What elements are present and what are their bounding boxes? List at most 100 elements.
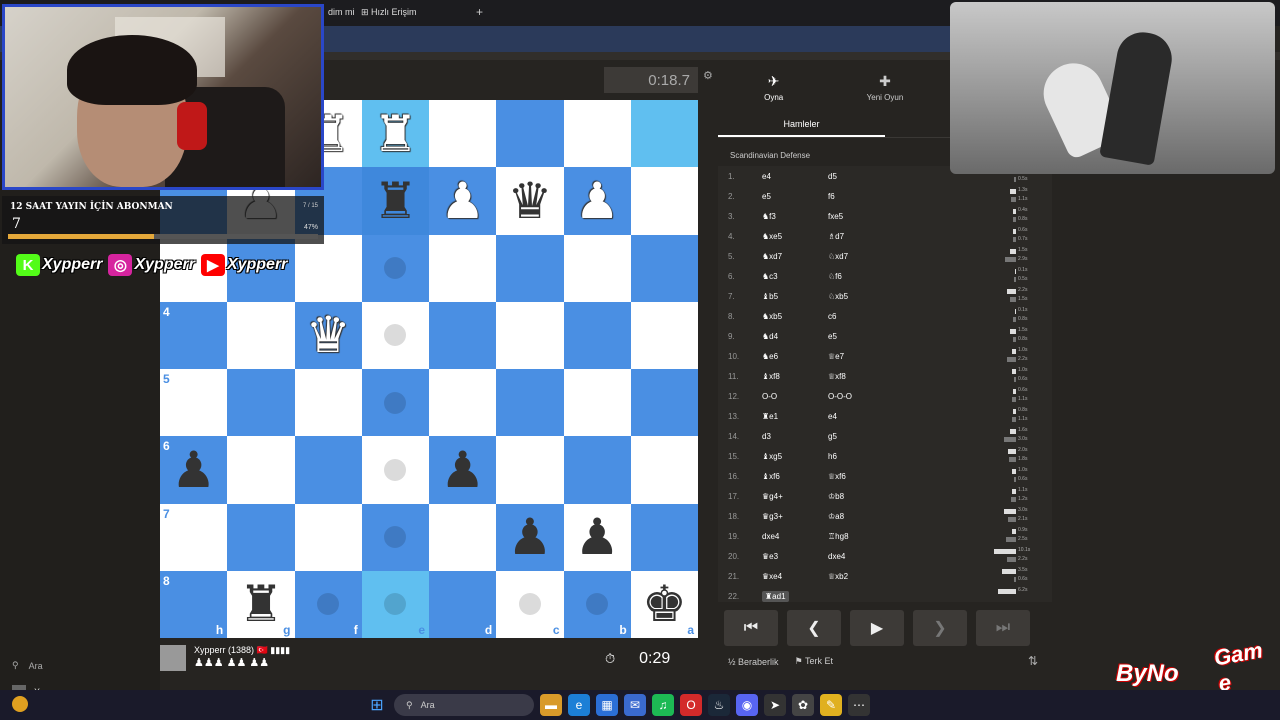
square[interactable] (294, 503, 362, 571)
square[interactable] (496, 369, 564, 437)
white-move[interactable]: ♛e3 (762, 552, 778, 561)
black-move[interactable]: ♔a8 (828, 512, 844, 521)
square[interactable]: ♛ (294, 301, 362, 369)
white-move[interactable]: ♜e1 (762, 412, 778, 421)
square[interactable] (496, 436, 564, 504)
edge-icon[interactable]: e (568, 694, 590, 716)
black-move[interactable]: ♘xb5 (828, 292, 848, 301)
black-move[interactable]: f6 (828, 192, 835, 201)
white-move[interactable]: ♜ad1 (762, 590, 789, 602)
square[interactable] (563, 436, 631, 504)
prev-move-button[interactable]: ❮ (787, 610, 841, 646)
black-move[interactable]: fxe5 (828, 212, 843, 221)
square[interactable] (429, 301, 497, 369)
square[interactable] (294, 234, 362, 302)
black-move[interactable]: h6 (828, 452, 837, 461)
black-move[interactable]: ♗d7 (828, 232, 844, 241)
more-apps-icon[interactable]: ⋯ (848, 694, 870, 716)
square[interactable] (630, 301, 698, 369)
black-rook-icon[interactable]: ♜ (373, 176, 418, 226)
move-hint-dot[interactable] (384, 391, 407, 414)
play-button[interactable]: ▶ (850, 610, 904, 646)
flip-board-icon[interactable]: ⇅ (1028, 654, 1038, 668)
square[interactable] (227, 369, 295, 437)
white-move[interactable]: e5 (762, 192, 771, 201)
outlook-icon[interactable]: ✉ (624, 694, 646, 716)
black-move[interactable]: ♘xd7 (828, 252, 848, 261)
square[interactable] (496, 100, 564, 168)
white-move[interactable]: e4 (762, 172, 771, 181)
white-move[interactable]: ♛xe4 (762, 572, 782, 581)
black-queen-icon[interactable]: ♛ (507, 176, 552, 226)
white-move[interactable]: O-O (762, 392, 777, 401)
square[interactable]: ♜ (361, 167, 429, 235)
square[interactable]: ♟ (563, 167, 631, 235)
square[interactable]: ♟ 6 (160, 436, 228, 504)
resign-button[interactable]: ⚑ Terk Et (795, 656, 833, 667)
square[interactable]: ♛ (496, 167, 564, 235)
white-move[interactable]: ♞d4 (762, 332, 778, 341)
white-move[interactable]: ♞c3 (762, 272, 778, 281)
bookmark-partial[interactable]: dim mi (328, 7, 355, 17)
black-move[interactable]: d5 (828, 172, 837, 181)
square[interactable]: c (496, 570, 564, 638)
tab-new-game[interactable]: ✚ Yeni Oyun (829, 66, 940, 108)
white-move[interactable]: ♝xf8 (762, 372, 780, 381)
square[interactable] (429, 503, 497, 571)
square[interactable] (496, 234, 564, 302)
square[interactable] (294, 436, 362, 504)
square[interactable] (361, 369, 429, 437)
move-hint-dot[interactable] (384, 257, 407, 280)
square[interactable] (630, 167, 698, 235)
black-pawn-icon[interactable]: ♟ (575, 512, 620, 562)
white-move[interactable]: ♞f3 (762, 212, 776, 221)
discord-icon[interactable]: ◉ (736, 694, 758, 716)
file-explorer-icon[interactable]: ▬ (540, 694, 562, 716)
square[interactable]: 8h (160, 570, 228, 638)
notes-icon[interactable]: ✎ (820, 694, 842, 716)
black-move[interactable]: dxe4 (828, 552, 845, 561)
white-move[interactable]: dxe4 (762, 532, 779, 541)
square[interactable]: 4 (160, 301, 228, 369)
square[interactable] (429, 369, 497, 437)
white-pawn-icon[interactable]: ♟ (440, 176, 485, 226)
square[interactable] (563, 301, 631, 369)
move-hint-dot[interactable] (317, 593, 340, 616)
tab-play[interactable]: ✈ Oyna (718, 66, 829, 108)
square[interactable]: ♜ g (227, 570, 295, 638)
square[interactable] (429, 100, 497, 168)
white-move[interactable]: d3 (762, 432, 771, 441)
square[interactable] (563, 234, 631, 302)
white-pawn-icon[interactable]: ♟ (575, 176, 620, 226)
steam-icon[interactable]: ♨ (708, 694, 730, 716)
square[interactable] (496, 301, 564, 369)
player-name[interactable]: Xypperr (1388) (194, 645, 254, 655)
square[interactable]: e (361, 570, 429, 638)
taskbar-search[interactable]: ⚲ Ara (394, 694, 534, 716)
spotify-icon[interactable]: ♫ (652, 694, 674, 716)
white-move[interactable]: ♞xd7 (762, 252, 782, 261)
white-move[interactable]: ♛g3+ (762, 512, 783, 521)
square[interactable] (227, 503, 295, 571)
square[interactable] (361, 503, 429, 571)
square[interactable] (361, 234, 429, 302)
opera-icon[interactable]: O (680, 694, 702, 716)
black-move[interactable]: e5 (828, 332, 837, 341)
store-icon[interactable]: ▦ (596, 694, 618, 716)
square[interactable] (563, 100, 631, 168)
black-pawn-icon[interactable]: ♟ (507, 512, 552, 562)
black-move[interactable]: ♕xb2 (828, 572, 848, 581)
black-rook-icon[interactable]: ♜ (238, 579, 283, 629)
white-rook-icon[interactable]: ♜ (373, 109, 418, 159)
app-icon[interactable]: ➤ (764, 694, 786, 716)
next-move-button[interactable]: ❯ (913, 610, 967, 646)
square[interactable] (630, 100, 698, 168)
black-move[interactable]: g5 (828, 432, 837, 441)
white-move[interactable]: ♝b5 (762, 292, 778, 301)
white-move[interactable]: ♝xg5 (762, 452, 782, 461)
move-hint-dot[interactable] (384, 593, 407, 616)
windows-start-icon[interactable]: ⊞ (366, 694, 388, 716)
widgets-icon[interactable] (12, 696, 28, 712)
bookmark-quick-access[interactable]: ⊞ Hızlı Erişim (361, 7, 417, 18)
square[interactable]: ♟ (429, 436, 497, 504)
